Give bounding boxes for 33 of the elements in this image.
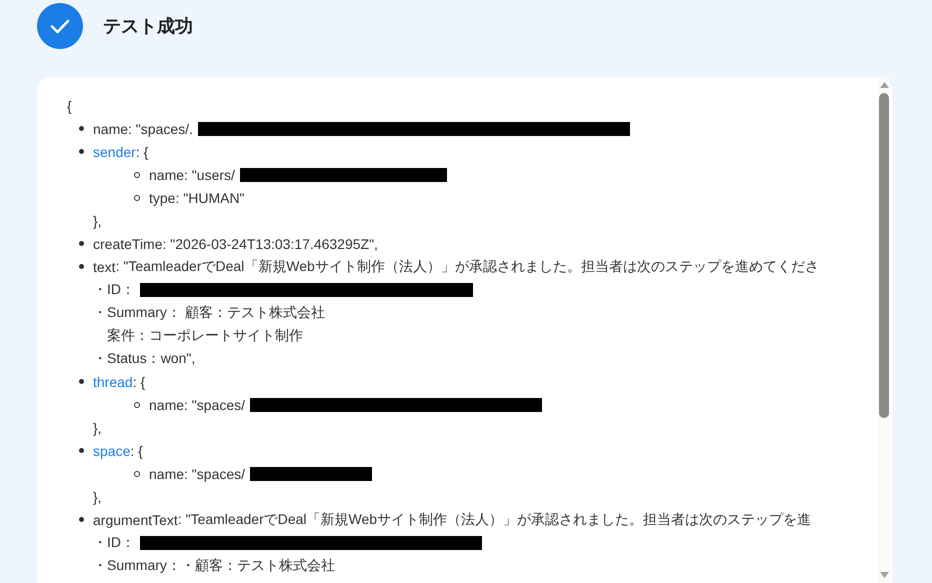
text-line: ・ID： — [93, 280, 135, 298]
field-value: : "TeamleaderでDeal「新規Webサイト制作（法人）」が承認されました。担当者は次のステップを進めてくださ — [116, 258, 819, 276]
field-value: : "2026-03-24T13:03:17.463295Z", — [162, 236, 378, 252]
field-value: : "spaces/ — [184, 466, 246, 482]
text-line: ・ID： — [93, 534, 135, 552]
field-key: name — [93, 120, 128, 136]
field-key: argumentText — [93, 512, 178, 528]
field-key: type — [149, 190, 176, 206]
object-key-link[interactable]: sender — [93, 144, 136, 160]
text-line: ・Summary：・顧客：テスト株式会社 — [93, 556, 335, 574]
text-line: ・Status：won", — [93, 350, 196, 368]
brace-text: }, — [93, 420, 102, 436]
field-key: name — [149, 396, 184, 412]
field-key: createTime — [93, 236, 163, 252]
field-value: : { — [130, 442, 143, 458]
brace-text: }, — [93, 488, 102, 504]
result-title: テスト成功 — [103, 14, 193, 38]
field-value: : "users/ — [184, 166, 235, 182]
object-key-link[interactable]: thread — [93, 374, 133, 390]
field-value: : "spaces/. — [128, 120, 193, 136]
text-line: 案件：コーポレートサイト制作 — [106, 326, 303, 344]
field-value: : { — [132, 374, 146, 390]
text-line: ・Summary： 顧客：テスト株式会社 — [93, 304, 325, 322]
field-key: name — [149, 466, 184, 482]
field-value: : "HUMAN" — [175, 190, 245, 206]
brace-text: { — [67, 98, 72, 114]
field-value: : "spaces/ — [184, 396, 246, 412]
field-value: : { — [136, 144, 148, 160]
brace-text: }, — [93, 212, 102, 228]
field-value: : "TeamleaderでDeal「新規Webサイト制作（法人）」が承認されました。担当者は次のステップを進 — [178, 510, 812, 526]
field-key: text — [93, 258, 116, 274]
field-key: name — [149, 166, 184, 182]
object-key-link[interactable]: space — [93, 442, 130, 458]
